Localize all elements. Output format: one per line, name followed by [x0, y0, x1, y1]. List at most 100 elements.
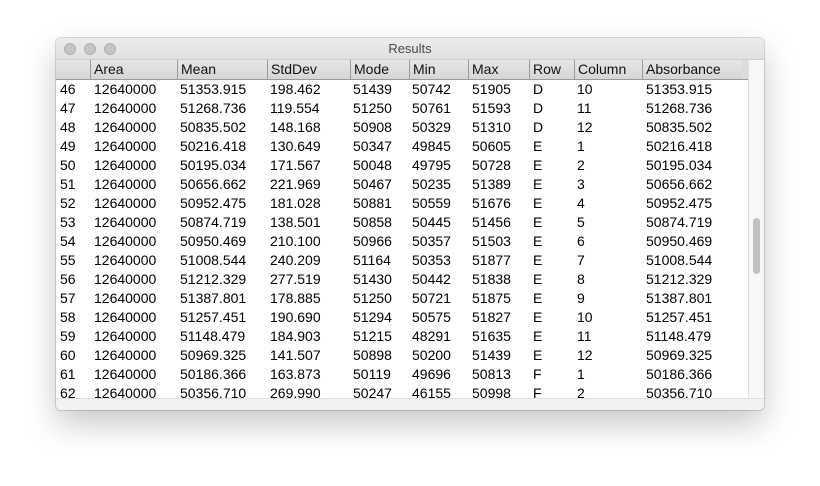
cell-min: 50442: [412, 271, 451, 287]
cell-stddev: 138.501: [270, 214, 321, 230]
table-row[interactable]: 58 12640000 51257.451 190.690 51294 50575 5182…: [56, 308, 748, 327]
cell-min: 46155: [412, 385, 451, 398]
cell-mean: 50356.710: [180, 385, 247, 398]
results-table: Area Mean StdDev Mode Min Max Row Column Absorba…: [56, 60, 748, 398]
column-header-absorbance[interactable]: Absorbance: [642, 60, 742, 79]
cell-max: 51877: [472, 252, 511, 268]
cell-row: E: [533, 195, 543, 211]
cell-row: E: [533, 309, 543, 325]
cell-max: 51635: [472, 328, 511, 344]
cell-stddev: 221.969: [270, 176, 321, 192]
cell-row: F: [533, 366, 542, 382]
cell-row: E: [533, 214, 543, 230]
cell-row: D: [533, 81, 544, 97]
table-row[interactable]: 48 12640000 50835.502 148.168 50908 50329 5131…: [56, 118, 748, 137]
table-row[interactable]: 52 12640000 50952.475 181.028 50881 50559 5167…: [56, 194, 748, 213]
cell-max: 51875: [472, 290, 511, 306]
cell-mode: 51215: [353, 328, 392, 344]
table-row[interactable]: 59 12640000 51148.479 184.903 51215 48291 5163…: [56, 327, 748, 346]
cell-column: 12: [577, 347, 593, 363]
cell-area: 12640000: [94, 290, 157, 306]
cell-mean: 50186.366: [180, 366, 247, 382]
cell-column: 11: [577, 328, 592, 344]
cell-mean: 50969.325: [180, 347, 247, 363]
cell-column: 2: [577, 157, 585, 173]
cell-mean: 50656.662: [180, 176, 247, 192]
column-header-row[interactable]: Row: [529, 60, 574, 79]
cell-max: 51905: [472, 81, 511, 97]
column-header-area[interactable]: Area: [90, 60, 177, 79]
table-row[interactable]: 56 12640000 51212.329 277.519 51430 50442 5183…: [56, 270, 748, 289]
cell-column: 1: [577, 366, 585, 382]
cell-row: E: [533, 252, 543, 268]
cell-stddev: 184.903: [270, 328, 321, 344]
cell-stddev: 163.873: [270, 366, 321, 382]
cell-mean: 51008.544: [180, 252, 247, 268]
cell-row: E: [533, 328, 543, 344]
table-row[interactable]: 50 12640000 50195.034 171.567 50048 49795 5072…: [56, 156, 748, 175]
cell-mode: 50898: [353, 347, 392, 363]
cell-min: 50445: [412, 214, 451, 230]
horizontal-scrollbar[interactable]: [56, 398, 764, 410]
table-row[interactable]: 62 12640000 50356.710 269.990 50247 46155 5099…: [56, 384, 748, 398]
cell-absorbance: 50356.710: [646, 385, 713, 398]
cell-max: 51456: [472, 214, 511, 230]
column-header-mean[interactable]: Mean: [177, 60, 267, 79]
cell-area: 12640000: [94, 366, 157, 382]
cell-row: E: [533, 138, 543, 154]
cell-mean: 51353.915: [180, 81, 247, 97]
vertical-scrollbar[interactable]: [748, 60, 764, 398]
cell-index: 48: [60, 119, 76, 135]
cell-stddev: 119.554: [270, 100, 320, 116]
table-row[interactable]: 55 12640000 51008.544 240.209 51164 50353 5187…: [56, 251, 748, 270]
cell-stddev: 181.028: [270, 195, 321, 211]
column-header-stddev[interactable]: StdDev: [267, 60, 350, 79]
table-row[interactable]: 46 12640000 51353.915 198.462 51439 50742 5190…: [56, 80, 748, 99]
cell-mode: 50247: [353, 385, 392, 398]
cell-mean: 51148.479: [180, 328, 246, 344]
cell-max: 50998: [472, 385, 511, 398]
cell-stddev: 269.990: [270, 385, 321, 398]
cell-stddev: 178.885: [270, 290, 321, 306]
column-header-index[interactable]: [56, 60, 90, 79]
cell-mean: 51257.451: [180, 309, 247, 325]
cell-column: 10: [577, 81, 593, 97]
cell-stddev: 148.168: [270, 119, 321, 135]
cell-column: 9: [577, 290, 585, 306]
table-row[interactable]: 53 12640000 50874.719 138.501 50858 50445 5145…: [56, 213, 748, 232]
cell-min: 49795: [412, 157, 451, 173]
column-header-mode[interactable]: Mode: [350, 60, 409, 79]
cell-absorbance: 51148.479: [646, 328, 712, 344]
cell-area: 12640000: [94, 233, 157, 249]
title-bar[interactable]: Results: [56, 38, 764, 60]
cell-mean: 51387.801: [180, 290, 247, 306]
column-header-min[interactable]: Min: [409, 60, 468, 79]
column-header-column[interactable]: Column: [574, 60, 642, 79]
cell-absorbance: 50950.469: [646, 233, 713, 249]
cell-stddev: 240.209: [270, 252, 321, 268]
cell-absorbance: 51387.801: [646, 290, 713, 306]
cell-area: 12640000: [94, 138, 157, 154]
cell-row: E: [533, 157, 543, 173]
column-header-max[interactable]: Max: [468, 60, 529, 79]
cell-max: 51389: [472, 176, 511, 192]
cell-column: 1: [577, 138, 585, 154]
vertical-scroll-thumb[interactable]: [753, 218, 760, 274]
cell-row: E: [533, 233, 543, 249]
cell-min: 50575: [412, 309, 451, 325]
table-row[interactable]: 60 12640000 50969.325 141.507 50898 50200 5143…: [56, 346, 748, 365]
cell-area: 12640000: [94, 157, 157, 173]
cell-area: 12640000: [94, 176, 157, 192]
table-row[interactable]: 57 12640000 51387.801 178.885 51250 50721 5187…: [56, 289, 748, 308]
table-row[interactable]: 54 12640000 50950.469 210.100 50966 50357 5150…: [56, 232, 748, 251]
table-row[interactable]: 47 12640000 51268.736 119.554 51250 50761 5159…: [56, 99, 748, 118]
cell-mode: 50467: [353, 176, 392, 192]
table-row[interactable]: 51 12640000 50656.662 221.969 50467 50235 5138…: [56, 175, 748, 194]
table-row[interactable]: 49 12640000 50216.418 130.649 50347 49845 5060…: [56, 137, 748, 156]
cell-min: 50761: [412, 100, 451, 116]
cell-min: 49845: [412, 138, 451, 154]
cell-column: 10: [577, 309, 593, 325]
cell-index: 55: [60, 252, 76, 268]
table-row[interactable]: 61 12640000 50186.366 163.873 50119 49696 5081…: [56, 365, 748, 384]
cell-column: 5: [577, 214, 585, 230]
